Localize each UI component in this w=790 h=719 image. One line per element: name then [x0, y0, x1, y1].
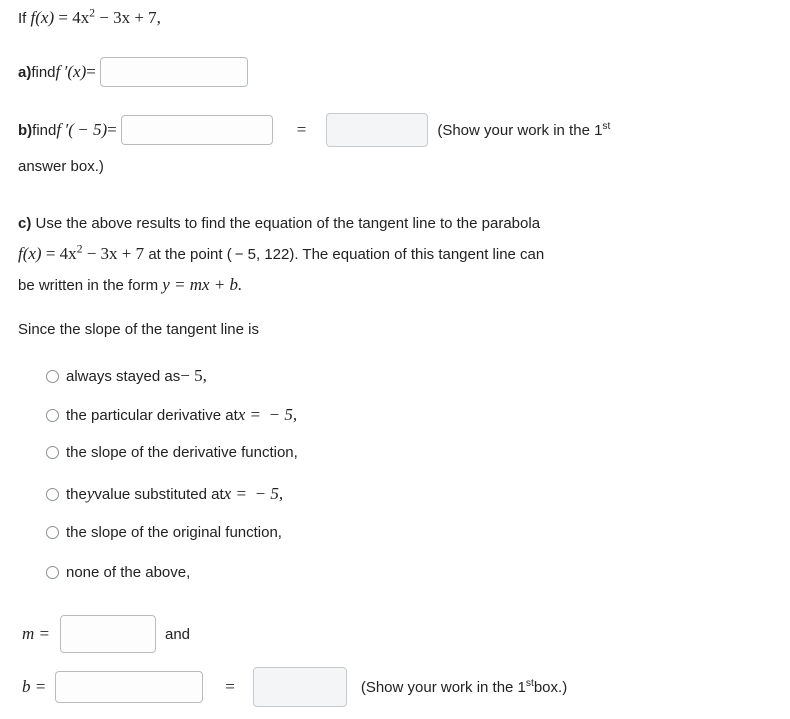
- part-b-equals: =: [107, 120, 117, 139]
- part-b-answer-input[interactable]: [120, 115, 273, 145]
- part-a-answer-input[interactable]: [99, 57, 248, 87]
- worksheet-page: If f(x) = 4x2 − 3x + 7, a) find f ′(x) =…: [0, 0, 790, 719]
- part-c-eq-2: − 3x + 7: [82, 244, 145, 264]
- final-note: (Show your work in the 1: [360, 678, 526, 696]
- part-c-text-1: Use the above results to find the equati…: [31, 215, 541, 232]
- m-answer-row: m = and: [22, 615, 190, 653]
- option-label-2: the slope of the derivative function,: [66, 444, 298, 461]
- option-row-4[interactable]: the slope of the original function,: [46, 524, 282, 541]
- part-c-line-1: c) Use the above results to find the equ…: [18, 212, 758, 235]
- option-math-1: x = − 5,: [237, 405, 298, 424]
- option-label-0: always stayed as: [66, 367, 181, 385]
- option-label-3-tail: value substituted at: [94, 485, 224, 503]
- radio-button-icon[interactable]: [46, 408, 59, 422]
- part-a-row: a) find f ′(x) =: [18, 57, 248, 87]
- part-c-line-3: be written in the form y = mx + b.: [18, 272, 758, 298]
- b-answer-row: b = = (Show your work in the 1st box.): [22, 667, 567, 707]
- option-row-0[interactable]: always stayed as − 5,: [46, 366, 207, 386]
- option-label-4: the slope of the original function,: [66, 524, 282, 541]
- part-c-eq-1: = 4x: [41, 244, 77, 264]
- part-c-text-3: be written in the form: [18, 276, 163, 294]
- final-note-sup: st: [525, 677, 534, 689]
- part-b-row: b) find f ′( − 5) = = (Show your work in…: [18, 113, 610, 147]
- final-note-cont: box.): [533, 678, 568, 696]
- radio-button-icon[interactable]: [46, 487, 59, 501]
- b-answer-input[interactable]: [55, 671, 204, 703]
- part-c-function: f(x): [18, 244, 42, 264]
- part-c-block: c) Use the above results to find the equ…: [18, 212, 758, 298]
- radio-button-icon[interactable]: [46, 526, 59, 539]
- since-text: Since the slope of the tangent line is: [18, 321, 259, 338]
- part-a-equals: =: [86, 62, 96, 81]
- problem-intro: If f(x) = 4x2 − 3x + 7,: [18, 7, 161, 28]
- intro-function: f(x): [30, 8, 55, 27]
- option-row-3[interactable]: the y value substituted at x = − 5,: [46, 484, 283, 504]
- option-label-5: none of the above,: [66, 564, 191, 581]
- part-c-label: c): [18, 215, 32, 232]
- intro-prefix: If: [18, 10, 31, 27]
- option-math-3b: x = − 5,: [223, 484, 284, 503]
- intro-equals: = 4x: [54, 8, 90, 27]
- part-c-form: y = mx + b.: [162, 274, 243, 294]
- part-b-note-continued: answer box.): [18, 158, 104, 175]
- part-c-line-2: f(x) = 4x2 − 3x + 7 at the point ( − 5, …: [18, 241, 758, 267]
- part-b-expression: f ′( − 5): [56, 120, 108, 139]
- intro-rest: − 3x + 7,: [94, 8, 161, 27]
- part-a-text: find: [31, 63, 56, 81]
- radio-button-icon[interactable]: [46, 369, 59, 383]
- part-c-text-2: at the point ( − 5, 122). The equation o…: [144, 246, 545, 264]
- part-b-label: b): [18, 121, 33, 139]
- part-b-note-cont-text: answer box.): [18, 158, 104, 175]
- option-math-0: − 5,: [180, 366, 207, 385]
- m-answer-input[interactable]: [60, 615, 156, 653]
- option-row-2[interactable]: the slope of the derivative function,: [46, 444, 298, 461]
- option-label-3: the: [66, 485, 87, 503]
- part-b-note-sup: st: [602, 120, 611, 132]
- part-a-label: a): [18, 63, 32, 81]
- option-label-1: the particular derivative at: [66, 406, 238, 424]
- since-statement: Since the slope of the tangent line is: [18, 321, 259, 338]
- part-b-note: (Show your work in the 1: [437, 121, 603, 139]
- option-row-1[interactable]: the particular derivative at x = − 5,: [46, 405, 297, 425]
- b-label: b =: [22, 677, 47, 696]
- option-row-5[interactable]: none of the above,: [46, 564, 190, 581]
- part-b-equals-2: =: [296, 120, 307, 139]
- and-label: and: [165, 625, 191, 643]
- option-math-3a: y: [86, 484, 95, 503]
- part-a-expression: f ′(x): [55, 62, 87, 81]
- b-result-box: [252, 667, 347, 707]
- m-label: m =: [22, 624, 50, 643]
- radio-button-icon[interactable]: [46, 566, 59, 579]
- part-b-result-box: [326, 113, 429, 147]
- b-equals: =: [225, 677, 235, 696]
- radio-button-icon[interactable]: [46, 446, 59, 459]
- part-b-text: find: [32, 121, 57, 139]
